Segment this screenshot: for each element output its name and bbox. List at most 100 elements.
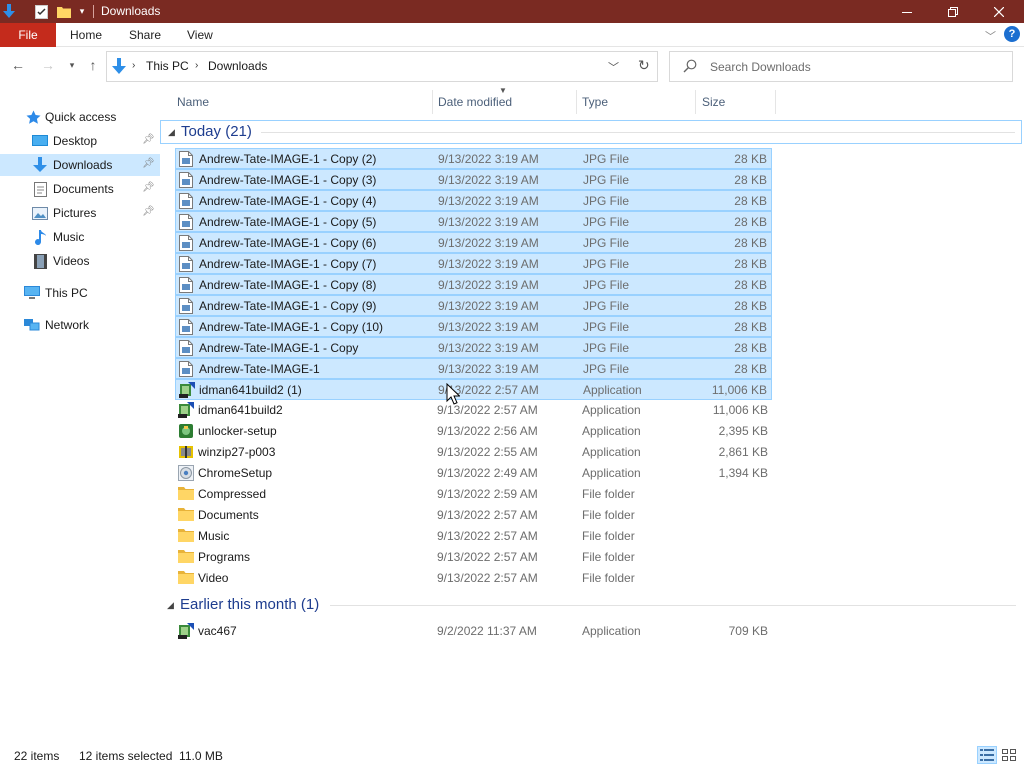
column-divider[interactable] bbox=[775, 90, 776, 114]
winzip-app-icon bbox=[178, 444, 194, 460]
sidebar-item-music[interactable]: Music bbox=[0, 226, 160, 248]
breadcrumb-this-pc[interactable]: This PC bbox=[146, 59, 189, 73]
file-row[interactable]: Andrew-Tate-IMAGE-1 9/13/2022 3:19 AM JPG … bbox=[175, 358, 772, 379]
column-header-name[interactable]: Name bbox=[160, 90, 432, 114]
file-row[interactable]: Andrew-Tate-IMAGE-1 - Copy (4) 9/13/2022 … bbox=[175, 190, 772, 211]
sidebar-item-network[interactable]: Network bbox=[0, 314, 160, 336]
file-row[interactable]: unlocker-setup 9/13/2022 2:56 AM Applicati… bbox=[175, 421, 772, 442]
restore-button[interactable] bbox=[930, 0, 976, 23]
up-arrow-icon[interactable]: ↑ bbox=[83, 57, 103, 73]
selection-info: 12 items selected 11.0 MB bbox=[79, 749, 223, 763]
file-row[interactable]: winzip27-p003 9/13/2022 2:55 AM Applicatio… bbox=[175, 442, 772, 463]
column-label: Name bbox=[177, 95, 210, 109]
pin-icon[interactable]: 📌︎ bbox=[142, 158, 155, 169]
new-folder-icon[interactable] bbox=[56, 3, 72, 20]
collapse-triangle-icon[interactable]: ◢ bbox=[167, 600, 174, 611]
large-icons-view-button[interactable] bbox=[999, 746, 1019, 764]
column-header-type[interactable]: Type bbox=[577, 90, 695, 114]
search-icon bbox=[683, 59, 697, 76]
file-row[interactable]: idman641build2 (1) 9/13/2022 2:57 AM Appli… bbox=[175, 379, 772, 400]
file-type: File folder bbox=[582, 487, 635, 501]
file-size: 28 KB bbox=[734, 236, 767, 250]
jpg-file-icon bbox=[179, 256, 195, 272]
pin-icon[interactable]: 📌︎ bbox=[142, 182, 155, 193]
file-size: 11,006 KB bbox=[712, 403, 768, 417]
installer-app-icon bbox=[179, 382, 195, 398]
group-header-earlier-this-month[interactable]: ◢ Earlier this month (1) bbox=[160, 594, 1022, 618]
file-type: JPG File bbox=[583, 194, 630, 208]
breadcrumb-separator-icon: › bbox=[132, 60, 136, 71]
file-row[interactable]: idman641build2 9/13/2022 2:57 AM Applicati… bbox=[175, 400, 772, 421]
file-type: File folder bbox=[582, 529, 635, 543]
file-size: 28 KB bbox=[734, 257, 767, 271]
file-row[interactable]: Andrew-Tate-IMAGE-1 - Copy (10) 9/13/2022… bbox=[175, 316, 772, 337]
file-name: idman641build2 (1) bbox=[199, 383, 302, 397]
sidebar-item-desktop[interactable]: Desktop 📌︎ bbox=[0, 130, 160, 152]
music-note-icon bbox=[32, 229, 48, 245]
file-row[interactable]: Andrew-Tate-IMAGE-1 - Copy (9) 9/13/2022 … bbox=[175, 295, 772, 316]
customize-toolbar-dropdown-icon[interactable]: ▾ bbox=[74, 3, 90, 20]
file-row[interactable]: Andrew-Tate-IMAGE-1 - Copy (7) 9/13/2022 … bbox=[175, 253, 772, 274]
search-box[interactable] bbox=[669, 51, 1013, 82]
expand-ribbon-chevron-icon[interactable]: ﹀ bbox=[985, 28, 996, 44]
column-header-size[interactable]: Size bbox=[696, 90, 775, 114]
column-header-date-modified[interactable]: Date modified bbox=[433, 90, 576, 114]
file-row[interactable]: ChromeSetup 9/13/2022 2:49 AM Application 1… bbox=[175, 463, 772, 484]
file-row[interactable]: Programs 9/13/2022 2:57 AM File folder bbox=[175, 547, 772, 568]
back-arrow-icon[interactable]: ← bbox=[8, 57, 28, 73]
file-row[interactable]: Andrew-Tate-IMAGE-1 - Copy (3) 9/13/2022 … bbox=[175, 169, 772, 190]
file-name: Andrew-Tate-IMAGE-1 - Copy (10) bbox=[199, 320, 384, 334]
sidebar-item-documents[interactable]: Documents 📌︎ bbox=[0, 178, 160, 200]
file-name: Video bbox=[198, 571, 229, 585]
file-row[interactable]: Music 9/13/2022 2:57 AM File folder bbox=[175, 526, 772, 547]
minimize-button[interactable] bbox=[884, 0, 930, 23]
close-button[interactable] bbox=[976, 0, 1022, 23]
file-row[interactable]: Andrew-Tate-IMAGE-1 - Copy (2) 9/13/2022 … bbox=[175, 148, 772, 169]
tab-file[interactable]: File bbox=[0, 23, 56, 47]
sidebar-item-videos[interactable]: Videos bbox=[0, 250, 160, 272]
file-date-modified: 9/13/2022 3:19 AM bbox=[438, 173, 539, 187]
file-date-modified: 9/13/2022 3:19 AM bbox=[438, 320, 539, 334]
file-row[interactable]: Andrew-Tate-IMAGE-1 - Copy (5) 9/13/2022 … bbox=[175, 211, 772, 232]
file-row[interactable]: Video 9/13/2022 2:57 AM File folder bbox=[175, 568, 772, 589]
tab-view[interactable]: View bbox=[187, 28, 213, 42]
group-divider-line bbox=[330, 605, 1016, 606]
refresh-icon[interactable]: ↻ bbox=[638, 57, 650, 74]
pin-icon[interactable]: 📌︎ bbox=[142, 206, 155, 217]
recent-locations-chevron-icon[interactable]: ▾ bbox=[62, 60, 82, 71]
sidebar-item-label: This PC bbox=[45, 286, 88, 300]
jpg-file-icon bbox=[179, 151, 195, 167]
sidebar-item-quick-access[interactable]: Quick access bbox=[0, 106, 160, 128]
file-row[interactable]: Andrew-Tate-IMAGE-1 - Copy (6) 9/13/2022 … bbox=[175, 232, 772, 253]
star-icon bbox=[25, 109, 41, 125]
file-row[interactable]: Documents 9/13/2022 2:57 AM File folder bbox=[175, 505, 772, 526]
properties-icon[interactable] bbox=[33, 3, 49, 20]
file-row[interactable]: Andrew-Tate-IMAGE-1 - Copy 9/13/2022 3:19… bbox=[175, 337, 772, 358]
details-view-button[interactable] bbox=[977, 746, 997, 764]
sidebar-item-pictures[interactable]: Pictures 📌︎ bbox=[0, 202, 160, 224]
pin-icon[interactable]: 📌︎ bbox=[142, 134, 155, 145]
file-name: Andrew-Tate-IMAGE-1 - Copy (3) bbox=[199, 173, 377, 187]
address-bar[interactable]: › This PC › Downloads ﹀ ↻ bbox=[106, 51, 658, 82]
file-date-modified: 9/13/2022 2:57 AM bbox=[437, 571, 538, 585]
forward-arrow-icon[interactable]: → bbox=[38, 57, 58, 73]
file-name: Andrew-Tate-IMAGE-1 - Copy (4) bbox=[199, 194, 377, 208]
sidebar-item-downloads[interactable]: Downloads 📌︎ bbox=[0, 154, 160, 176]
breadcrumb-downloads[interactable]: Downloads bbox=[208, 59, 267, 73]
sidebar-item-label: Documents bbox=[53, 182, 114, 196]
group-header-today[interactable]: ◢ Today (21) bbox=[160, 120, 1022, 144]
file-row[interactable]: vac467 9/2/2022 11:37 AM Application 709 KB bbox=[175, 621, 772, 642]
address-history-dropdown-icon[interactable]: ﹀ bbox=[608, 59, 619, 75]
search-input[interactable] bbox=[710, 58, 1000, 76]
help-icon[interactable]: ? bbox=[1004, 26, 1020, 42]
column-label: Size bbox=[702, 95, 726, 109]
file-date-modified: 9/13/2022 2:57 AM bbox=[437, 550, 538, 564]
collapse-triangle-icon[interactable]: ◢ bbox=[168, 127, 175, 138]
tab-share[interactable]: Share bbox=[129, 28, 161, 42]
file-type: JPG File bbox=[583, 341, 630, 355]
tab-home[interactable]: Home bbox=[70, 28, 102, 42]
file-row[interactable]: Compressed 9/13/2022 2:59 AM File folder bbox=[175, 484, 772, 505]
column-label: Date modified bbox=[438, 95, 513, 109]
sidebar-item-this-pc[interactable]: This PC bbox=[0, 282, 160, 304]
file-row[interactable]: Andrew-Tate-IMAGE-1 - Copy (8) 9/13/2022 … bbox=[175, 274, 772, 295]
